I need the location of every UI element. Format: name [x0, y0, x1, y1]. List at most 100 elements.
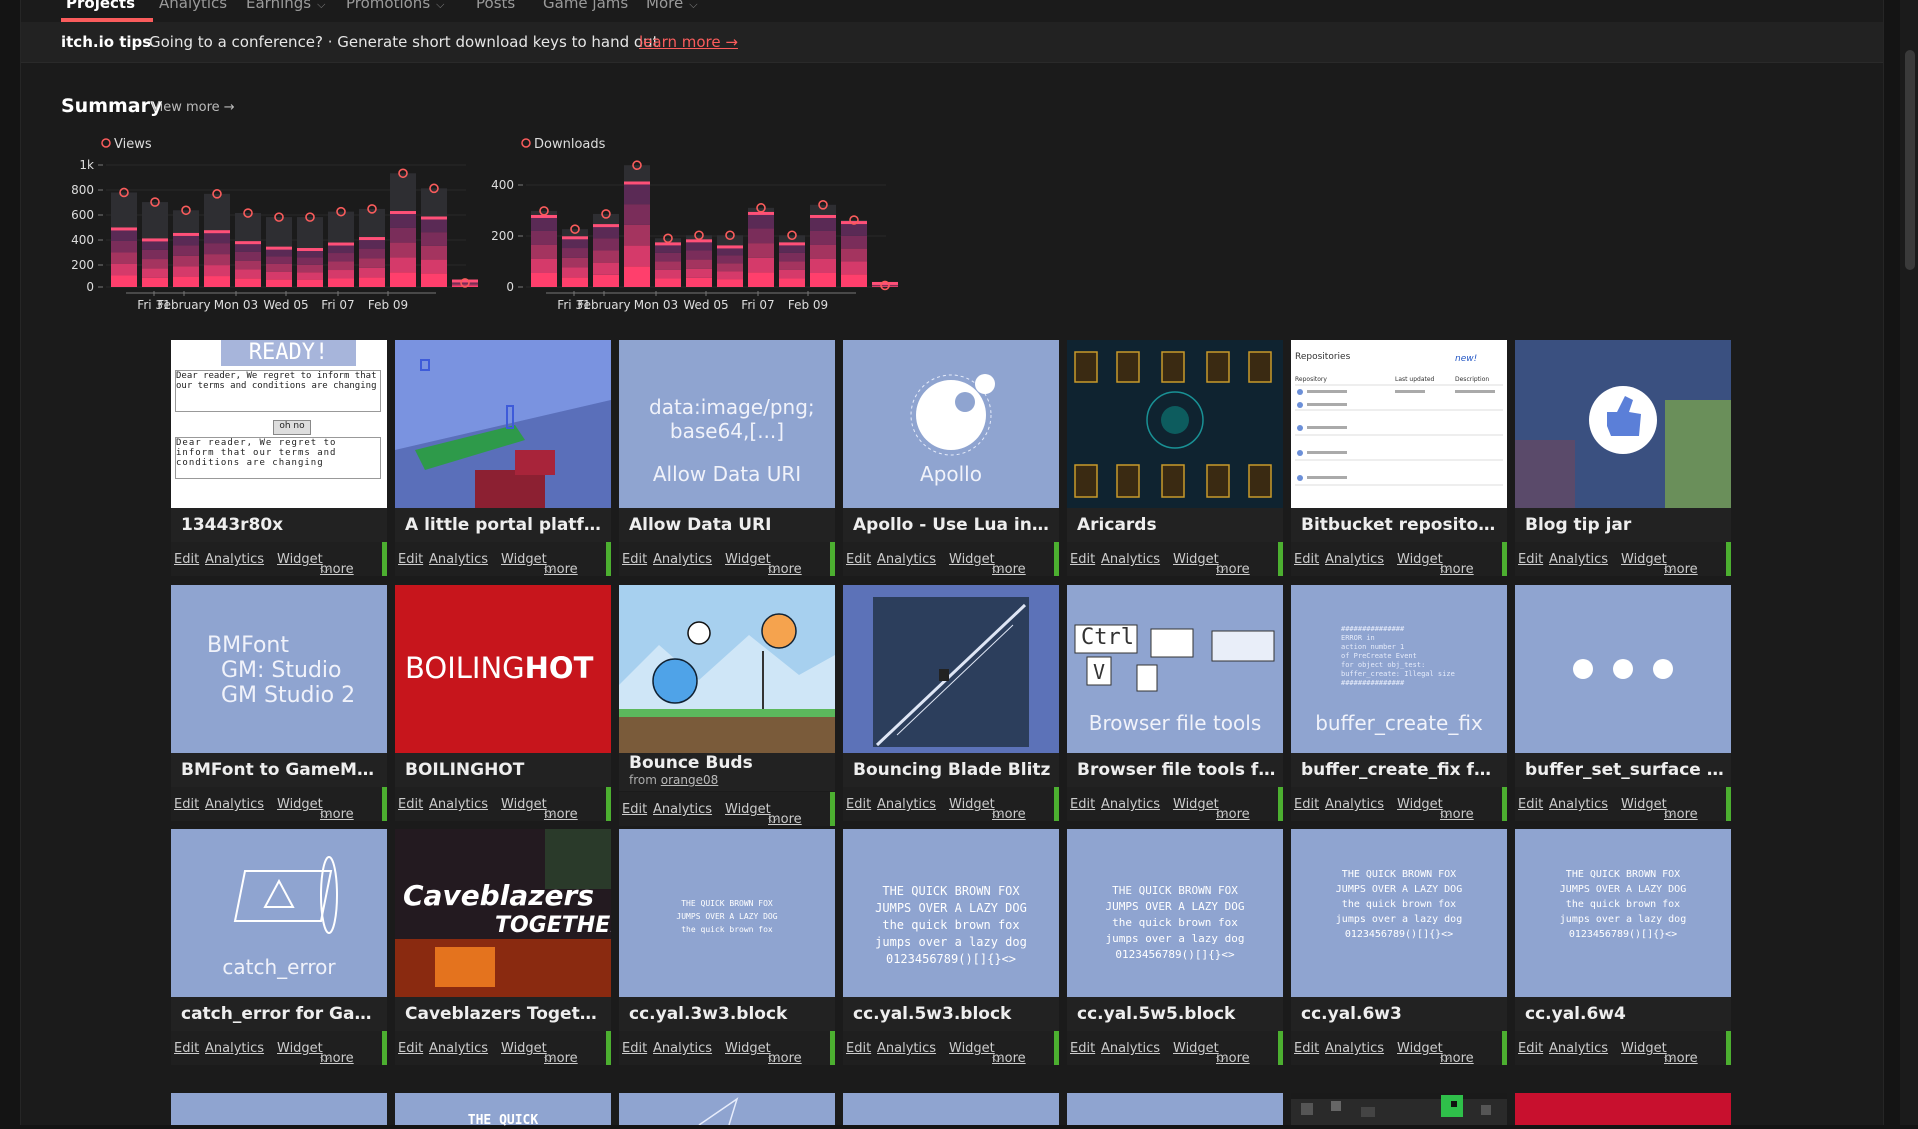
project-thumbnail[interactable]: THE QUICK BROWN FOX JUMPS OVER A LAZY DOG…	[619, 829, 835, 997]
edit-link[interactable]: Edit	[1518, 797, 1543, 812]
nav-earnings[interactable]: Earnings ⌵	[246, 0, 325, 12]
project-thumbnail[interactable]	[395, 340, 611, 508]
widget-link[interactable]: Widget	[1173, 1041, 1219, 1056]
analytics-link[interactable]: Analytics	[1325, 797, 1384, 812]
nav-more[interactable]: More ⌵	[646, 0, 698, 12]
project-title-link[interactable]: cc.yal.3w3.block	[629, 1004, 829, 1024]
project-thumbnail[interactable]	[1515, 340, 1731, 508]
analytics-link[interactable]: Analytics	[653, 802, 712, 817]
edit-link[interactable]: Edit	[1518, 1041, 1543, 1056]
project-title-link[interactable]: buffer_create_fix for G...	[1301, 760, 1501, 780]
widget-link[interactable]: Widget	[1397, 552, 1443, 567]
project-thumbnail[interactable]	[1515, 585, 1731, 753]
analytics-link[interactable]: Analytics	[1549, 1041, 1608, 1056]
analytics-link[interactable]: Analytics	[429, 552, 488, 567]
widget-link[interactable]: Widget	[501, 797, 547, 812]
analytics-link[interactable]: Analytics	[653, 1041, 712, 1056]
edit-link[interactable]: Edit	[1294, 797, 1319, 812]
author-link[interactable]: orange08	[661, 773, 719, 787]
project-thumbnail[interactable]	[1291, 1093, 1507, 1125]
project-thumbnail[interactable]: THE QUICK BROWN FOX JUMPS OVER A LAZY DOG…	[843, 829, 1059, 997]
widget-link[interactable]: Widget	[501, 552, 547, 567]
project-thumbnail[interactable]: THE QUICK BROWN FOX JUMPS OVER A LAZY DOG…	[1291, 829, 1507, 997]
project-thumbnail[interactable]: Apollo	[843, 340, 1059, 508]
nav-projects[interactable]: Projects	[66, 0, 135, 12]
edit-link[interactable]: Edit	[174, 1041, 199, 1056]
edit-link[interactable]: Edit	[1070, 1041, 1095, 1056]
edit-link[interactable]: Edit	[398, 1041, 423, 1056]
analytics-link[interactable]: Analytics	[205, 1041, 264, 1056]
project-thumbnail[interactable]: THE QUICK	[395, 1093, 611, 1128]
widget-link[interactable]: Widget	[1397, 797, 1443, 812]
project-thumbnail[interactable]: THE QUICK BROWN FOX JUMPS OVER A LAZY DOG…	[1067, 829, 1283, 997]
analytics-link[interactable]: Analytics	[1549, 797, 1608, 812]
nav-promotions[interactable]: Promotions ⌵	[346, 0, 444, 12]
project-thumbnail[interactable]	[171, 1093, 387, 1125]
widget-link[interactable]: Widget	[725, 552, 771, 567]
edit-link[interactable]: Edit	[398, 552, 423, 567]
widget-link[interactable]: Widget	[277, 797, 323, 812]
project-title-link[interactable]: A little portal platformer	[405, 515, 605, 535]
nav-posts[interactable]: Posts	[476, 0, 515, 12]
project-thumbnail[interactable]: READY! Dear reader, We regret to inform …	[171, 340, 387, 508]
project-thumbnail[interactable]	[1515, 1093, 1731, 1125]
analytics-link[interactable]: Analytics	[205, 797, 264, 812]
project-title-link[interactable]: catch_error for Game...	[181, 1004, 381, 1024]
project-thumbnail[interactable]: data:image/png; base64,[...] Allow Data …	[619, 340, 835, 508]
project-thumbnail[interactable]: BOILINGHOT	[395, 585, 611, 753]
widget-link[interactable]: Widget	[277, 1041, 323, 1056]
project-title-link[interactable]: BOILINGHOT	[405, 760, 605, 780]
project-title-link[interactable]: cc.yal.6w4	[1525, 1004, 1725, 1024]
scrollbar[interactable]	[1900, 0, 1918, 1125]
analytics-link[interactable]: Analytics	[877, 797, 936, 812]
edit-link[interactable]: Edit	[1294, 1041, 1319, 1056]
analytics-link[interactable]: Analytics	[653, 552, 712, 567]
project-title-link[interactable]: Browser file tools for ...	[1077, 760, 1277, 780]
project-title-link[interactable]: Allow Data URI	[629, 515, 829, 535]
widget-link[interactable]: Widget	[1621, 797, 1667, 812]
analytics-link[interactable]: Analytics	[1549, 552, 1608, 567]
analytics-link[interactable]: Analytics	[1101, 797, 1160, 812]
analytics-link[interactable]: Analytics	[1101, 552, 1160, 567]
widget-link[interactable]: Widget	[725, 1041, 771, 1056]
widget-link[interactable]: Widget	[725, 802, 771, 817]
project-title-link[interactable]: Blog tip jar	[1525, 515, 1725, 535]
project-thumbnail[interactable]	[619, 585, 835, 753]
project-thumbnail[interactable]: Ctrl V Browser file tools	[1067, 585, 1283, 753]
edit-link[interactable]: Edit	[846, 552, 871, 567]
tips-learn-more-link[interactable]: learn more →	[639, 33, 738, 51]
edit-link[interactable]: Edit	[622, 552, 647, 567]
edit-link[interactable]: Edit	[622, 802, 647, 817]
edit-link[interactable]: Edit	[1070, 552, 1095, 567]
widget-link[interactable]: Widget	[277, 552, 323, 567]
summary-view-more-link[interactable]: View more →	[151, 100, 235, 115]
project-thumbnail[interactable]	[1067, 1093, 1283, 1125]
analytics-link[interactable]: Analytics	[429, 797, 488, 812]
analytics-link[interactable]: Analytics	[877, 1041, 936, 1056]
project-thumbnail[interactable]: Caveblazers TOGETHER	[395, 829, 611, 997]
project-thumbnail[interactable]	[843, 585, 1059, 753]
edit-link[interactable]: Edit	[174, 552, 199, 567]
project-title-link[interactable]: 13443r80x	[181, 515, 381, 535]
project-thumbnail[interactable]: catch_error	[171, 829, 387, 997]
nav-analytics[interactable]: Analytics	[159, 0, 227, 12]
widget-link[interactable]: Widget	[949, 552, 995, 567]
analytics-link[interactable]: Analytics	[205, 552, 264, 567]
project-title-link[interactable]: cc.yal.6w3	[1301, 1004, 1501, 1024]
project-title-link[interactable]: Apollo - Use Lua in Ga...	[853, 515, 1053, 535]
project-title-link[interactable]: buffer_set_surface fix ...	[1525, 760, 1725, 780]
project-title-link[interactable]: cc.yal.5w5.block	[1077, 1004, 1277, 1024]
analytics-link[interactable]: Analytics	[1325, 552, 1384, 567]
project-title-link[interactable]: Bounce Buds	[629, 753, 829, 773]
widget-link[interactable]: Widget	[1621, 1041, 1667, 1056]
widget-link[interactable]: Widget	[949, 797, 995, 812]
nav-game-jams[interactable]: Game jams	[543, 0, 628, 12]
edit-link[interactable]: Edit	[622, 1041, 647, 1056]
edit-link[interactable]: Edit	[846, 797, 871, 812]
project-thumbnail[interactable]: THE QUICK BROWN FOX JUMPS OVER A LAZY DOG…	[1515, 829, 1731, 997]
project-title-link[interactable]: BMFont to GameMak...	[181, 760, 381, 780]
widget-link[interactable]: Widget	[1173, 797, 1219, 812]
project-thumbnail[interactable]	[1067, 340, 1283, 508]
project-title-link[interactable]: Aricards	[1077, 515, 1277, 535]
project-title-link[interactable]: Caveblazers Together	[405, 1004, 605, 1024]
